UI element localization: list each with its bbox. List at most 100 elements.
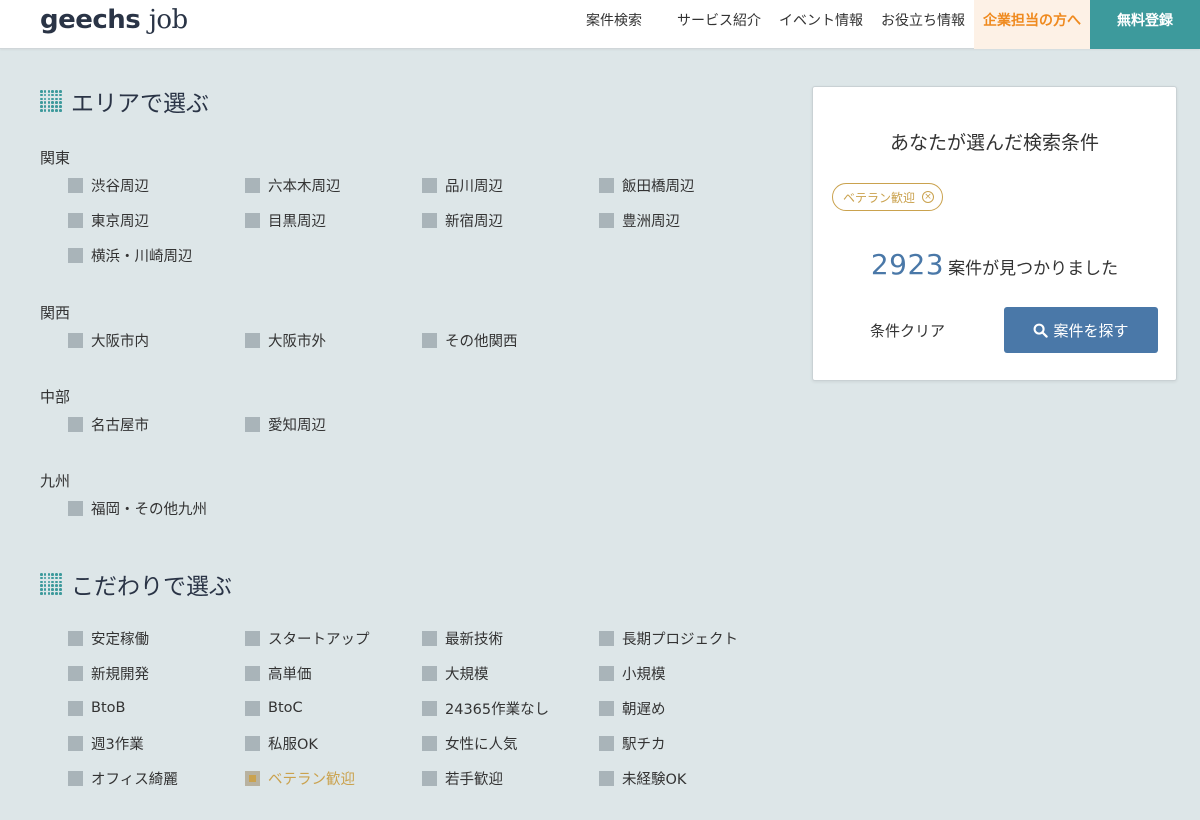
filter-checkbox[interactable]: 愛知周辺 — [245, 414, 326, 434]
filter-checkbox[interactable]: 若手歓迎 — [422, 768, 503, 788]
filter-checkbox-label: 24365作業なし — [445, 701, 550, 718]
dot — [51, 105, 55, 108]
checkbox-icon[interactable] — [68, 630, 83, 646]
checkbox-icon[interactable] — [422, 212, 437, 228]
checkbox-icon[interactable] — [599, 700, 614, 716]
dot — [47, 90, 51, 93]
checkbox-icon[interactable] — [599, 770, 614, 786]
filter-checkbox-label: 飯田橋周辺 — [622, 178, 695, 195]
filter-checkbox[interactable]: オフィス綺麗 — [68, 768, 178, 788]
checkbox-icon[interactable] — [245, 700, 260, 716]
checkbox-icon[interactable] — [422, 665, 437, 681]
filter-checkbox[interactable]: 大阪市内 — [68, 330, 149, 350]
dot — [55, 90, 58, 93]
filter-checkbox[interactable]: 最新技術 — [422, 628, 503, 648]
checkbox-icon[interactable] — [68, 735, 83, 751]
filter-checkbox[interactable]: 横浜・川崎周辺 — [68, 245, 193, 265]
site-logo[interactable]: geechs job — [40, 5, 188, 35]
checkbox-icon[interactable] — [599, 212, 614, 228]
filter-checkbox[interactable]: 六本木周辺 — [245, 175, 341, 195]
filter-checkbox[interactable]: 名古屋市 — [68, 414, 149, 434]
filter-checkbox[interactable]: スタートアップ — [245, 628, 370, 648]
checkbox-icon[interactable] — [245, 630, 260, 646]
filter-checkbox[interactable]: 女性に人気 — [422, 733, 518, 753]
checkbox-icon[interactable] — [422, 770, 437, 786]
filter-checkbox-label: 女性に人気 — [445, 736, 518, 753]
pref-title-text: こだわりで選ぶ — [71, 574, 232, 600]
filter-checkbox-label: 大阪市外 — [268, 333, 326, 350]
checkbox-icon[interactable] — [599, 665, 614, 681]
nav-service[interactable]: サービス紹介 — [668, 0, 770, 49]
search-jobs-button[interactable]: 案件を探す — [1004, 307, 1158, 353]
filter-checkbox[interactable]: 目黒周辺 — [245, 210, 326, 230]
filter-checkbox-label: 愛知周辺 — [268, 417, 326, 434]
checkbox-icon[interactable] — [68, 500, 83, 516]
panel-title: あなたが選んだ検索条件 — [889, 132, 1099, 154]
checkbox-checked-icon[interactable] — [245, 770, 260, 786]
result-count-number: 2923 — [870, 248, 945, 281]
filter-checkbox[interactable]: 長期プロジェクト — [599, 628, 738, 648]
checkbox-icon[interactable] — [245, 332, 260, 348]
nav-events[interactable]: イベント情報 — [770, 0, 872, 49]
nav-corporate[interactable]: 企業担当の方へ — [974, 0, 1090, 49]
dot — [47, 592, 51, 595]
nav-tips[interactable]: お役立ち情報 — [872, 0, 974, 49]
filter-checkbox[interactable]: 飯田橋周辺 — [599, 175, 695, 195]
filter-checkbox[interactable]: 駅チカ — [599, 733, 666, 753]
checkbox-icon[interactable] — [245, 665, 260, 681]
filter-checkbox[interactable]: 朝遅め — [599, 698, 666, 718]
checkbox-icon[interactable] — [68, 416, 83, 432]
dot — [47, 580, 51, 584]
filter-checkbox-label: オフィス綺麗 — [91, 771, 178, 788]
filter-checkbox[interactable]: 品川周辺 — [422, 175, 503, 195]
filter-checkbox[interactable]: 福岡・その他九州 — [68, 498, 207, 518]
nav-job-search[interactable]: 案件検索 — [577, 0, 668, 49]
clear-conditions-button[interactable]: 条件クリア — [870, 320, 945, 341]
checkbox-icon[interactable] — [245, 212, 260, 228]
remove-tag-icon[interactable]: × — [922, 191, 935, 203]
checkbox-icon[interactable] — [68, 770, 83, 786]
checkbox-icon[interactable] — [422, 735, 437, 751]
filter-checkbox[interactable]: BtoC — [245, 698, 303, 718]
filter-checkbox[interactable]: 新宿周辺 — [422, 210, 503, 230]
checkbox-icon[interactable] — [599, 735, 614, 751]
checkbox-icon[interactable] — [599, 177, 614, 193]
checkbox-icon[interactable] — [422, 177, 437, 193]
checkbox-icon[interactable] — [68, 247, 83, 263]
filter-checkbox[interactable]: その他関西 — [422, 330, 518, 350]
dot — [47, 576, 51, 580]
checkbox-icon[interactable] — [68, 700, 83, 716]
dot — [55, 97, 58, 101]
filter-checkbox[interactable]: 24365作業なし — [422, 698, 549, 718]
filter-checkbox[interactable]: 週3作業 — [68, 733, 144, 753]
dot — [51, 584, 55, 588]
checkbox-icon[interactable] — [68, 177, 83, 193]
filter-checkbox[interactable]: 大阪市外 — [245, 330, 326, 350]
checkbox-icon[interactable] — [422, 700, 437, 716]
filter-checkbox[interactable]: 高単価 — [245, 663, 312, 683]
filter-checkbox[interactable]: 豊洲周辺 — [599, 210, 680, 230]
filter-checkbox[interactable]: 新規開発 — [68, 663, 149, 683]
filter-checkbox[interactable]: BtoB — [68, 698, 125, 718]
filter-checkbox[interactable]: 私服OK — [245, 733, 318, 753]
filter-checkbox[interactable]: 小規模 — [599, 663, 666, 683]
checkbox-icon[interactable] — [68, 332, 83, 348]
filter-checkbox[interactable]: 渋谷周辺 — [68, 175, 149, 195]
filter-checkbox[interactable]: 未経験OK — [599, 768, 686, 788]
checkbox-icon[interactable] — [422, 332, 437, 348]
checkbox-icon[interactable] — [68, 665, 83, 681]
filter-checkbox[interactable]: ベテラン歓迎 — [245, 768, 355, 788]
dot — [59, 588, 62, 591]
signup-button[interactable]: 無料登録 — [1090, 0, 1200, 49]
filter-checkbox[interactable]: 大規模 — [422, 663, 489, 683]
filter-checkbox[interactable]: 安定稼働 — [68, 628, 149, 648]
filter-checkbox[interactable]: 東京周辺 — [68, 210, 149, 230]
checkbox-icon[interactable] — [599, 630, 614, 646]
checkbox-icon[interactable] — [245, 735, 260, 751]
dot — [59, 101, 62, 105]
filter-checkbox-label: 渋谷周辺 — [91, 178, 149, 195]
checkbox-icon[interactable] — [68, 212, 83, 228]
checkbox-icon[interactable] — [245, 416, 260, 432]
checkbox-icon[interactable] — [245, 177, 260, 193]
checkbox-icon[interactable] — [422, 630, 437, 646]
